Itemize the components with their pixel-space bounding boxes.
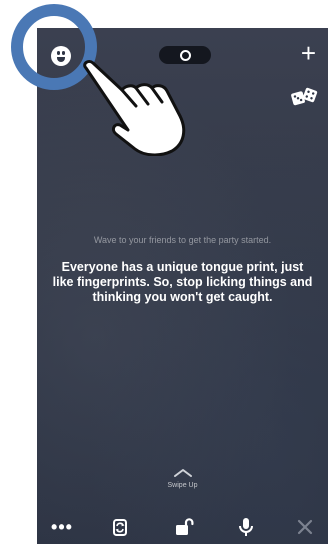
close-icon[interactable] (295, 516, 315, 538)
plus-icon[interactable]: + (301, 40, 316, 66)
fun-fact-text: Everyone has a unique tongue print, just… (52, 260, 313, 304)
swipe-up-label: Swipe Up (167, 482, 198, 489)
more-dots-icon[interactable]: ••• (51, 516, 73, 538)
microphone-icon[interactable] (235, 516, 257, 538)
pointing-hand-icon (83, 60, 186, 156)
swipe-up-handle[interactable]: Swipe Up (37, 468, 328, 489)
chevron-up-icon (173, 469, 192, 477)
bottom-toolbar: ••• (37, 510, 328, 544)
unlock-icon[interactable] (173, 516, 195, 538)
flip-camera-icon[interactable] (109, 516, 131, 538)
party-hint-text: Wave to your friends to get the party st… (93, 235, 272, 245)
screenshot-stage: + Wave to your friends to get the party … (0, 0, 328, 544)
dice-icon[interactable] (290, 86, 318, 108)
